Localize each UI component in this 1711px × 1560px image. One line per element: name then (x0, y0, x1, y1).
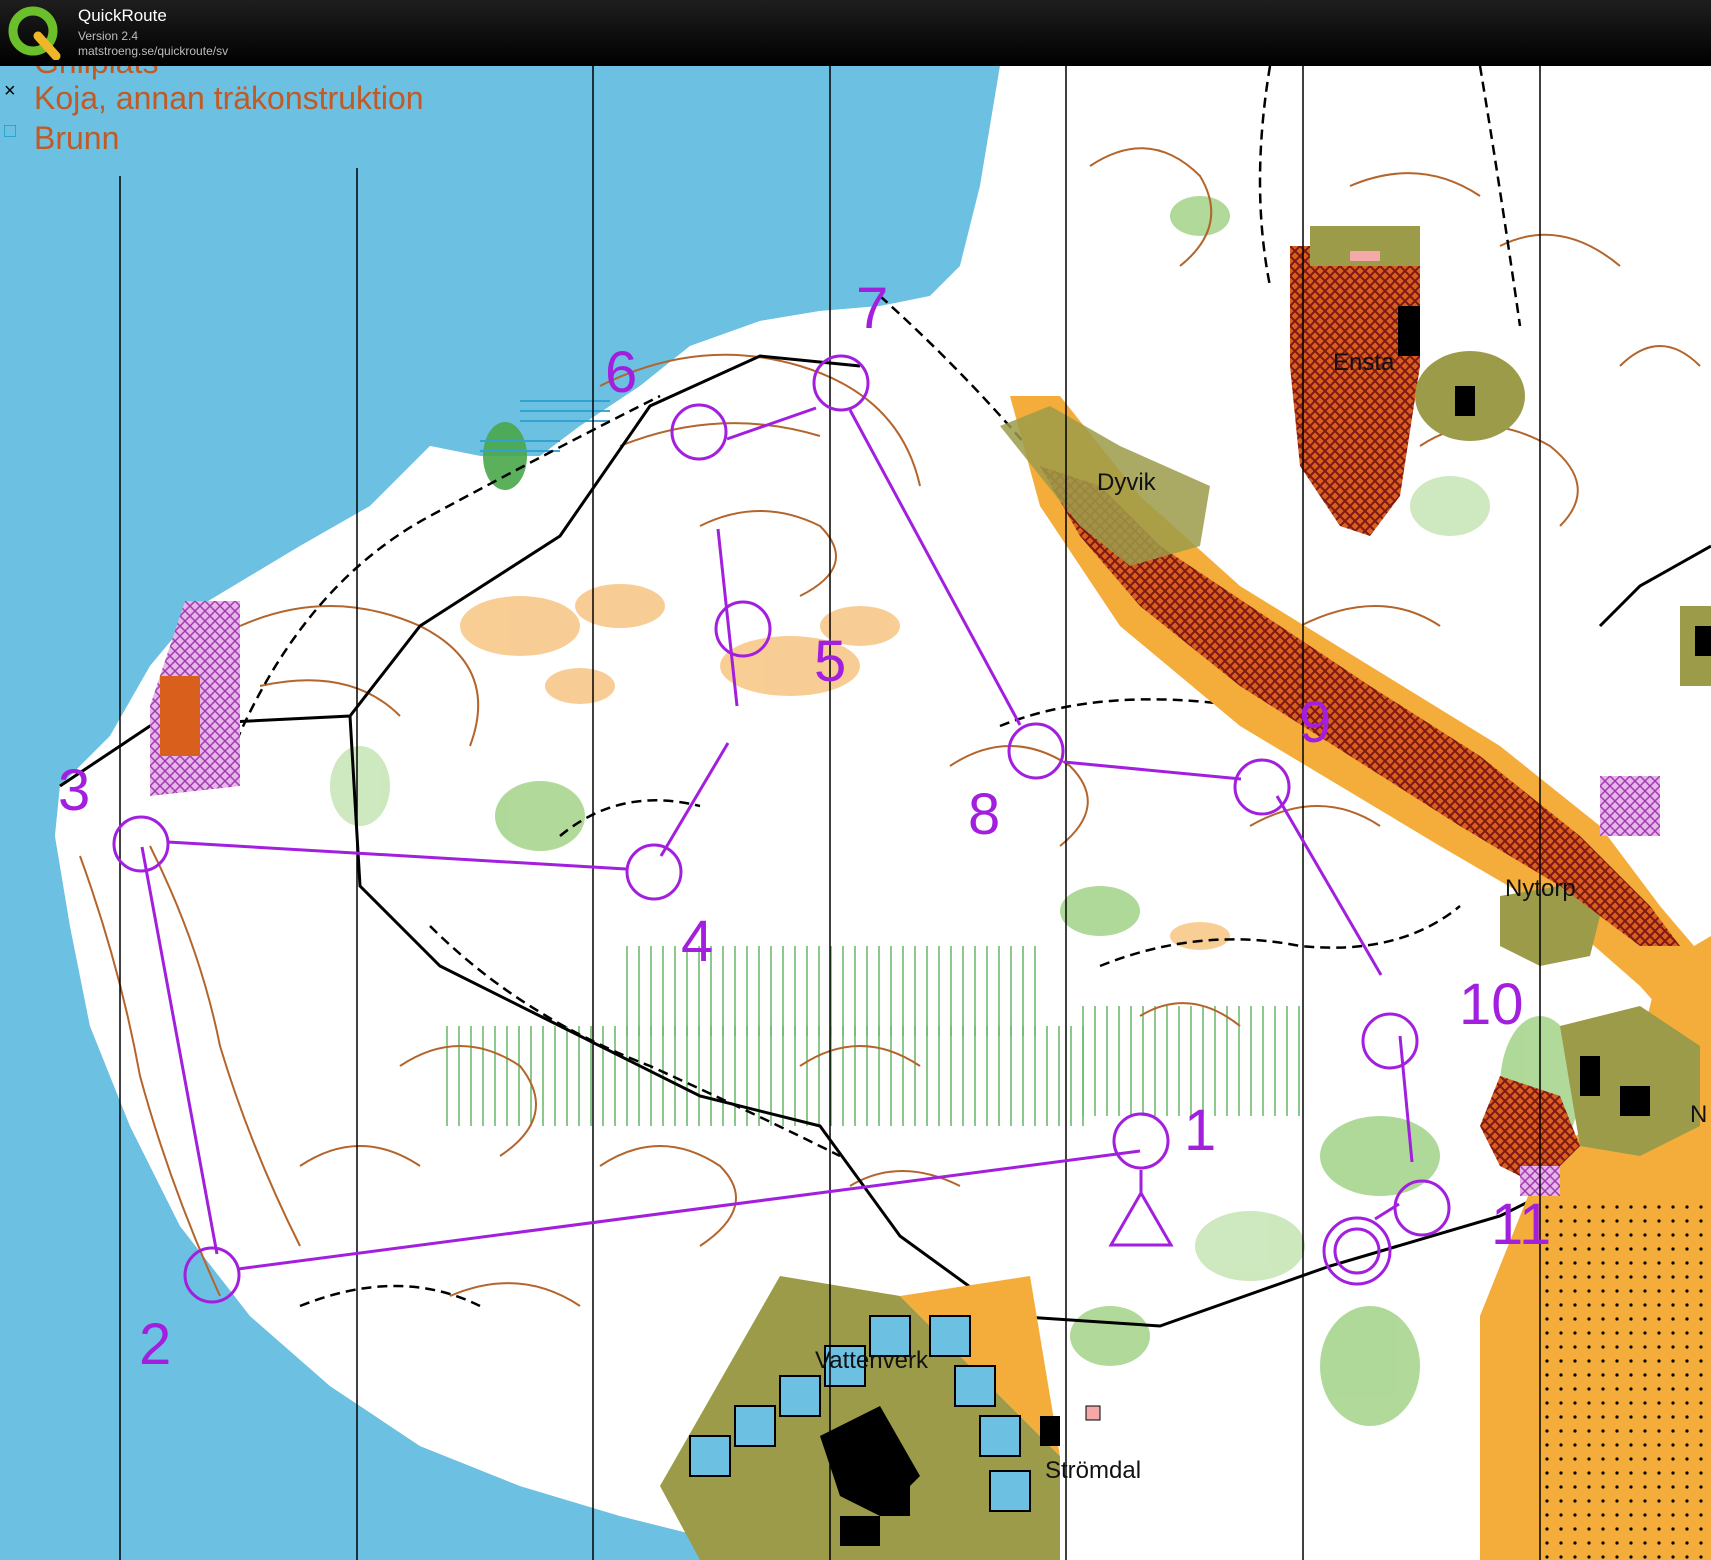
app-url: matstroeng.se/quickroute/sv (78, 44, 229, 58)
legend-item-brunn: □ Brunn (4, 120, 120, 157)
title-bar: QuickRoute Version 2.4 matstroeng.se/qui… (0, 0, 1711, 66)
place-n: N (1690, 1101, 1707, 1128)
place-dyvik: Dyvik (1097, 469, 1157, 496)
place-stromdal: Strömdal (1045, 1457, 1141, 1484)
legend-item-grillplats: · Grillplats (34, 66, 158, 81)
legend-item-koja: × Koja, annan träkonstruktion (4, 80, 424, 117)
brunn-symbol-icon: □ (4, 120, 17, 142)
control-number-7: 7 (856, 276, 888, 341)
koja-symbol-icon: × (4, 80, 16, 102)
orienteering-map[interactable]: Ensta Dyvik Nytorp Vattenverk Strömdal N (0, 66, 1711, 1560)
control-number-10: 10 (1459, 972, 1524, 1037)
control-number-1: 1 (1184, 1098, 1216, 1163)
map-canvas: Ensta Dyvik Nytorp Vattenverk Strömdal N (0, 66, 1711, 1560)
place-nytorp: Nytorp (1505, 875, 1576, 902)
control-number-8: 8 (968, 782, 1000, 847)
legend-label: Grillplats (34, 66, 158, 80)
control-number-9: 9 (1299, 690, 1331, 755)
control-number-2: 2 (139, 1312, 171, 1377)
legend-label: Brunn (34, 120, 120, 156)
legend-label: Koja, annan träkonstruktion (34, 80, 424, 116)
control-number-6: 6 (605, 340, 637, 405)
app-name: QuickRoute (78, 6, 167, 25)
app-version: Version 2.4 (78, 29, 139, 43)
control-number-5: 5 (814, 629, 846, 694)
quickroute-logo-icon (8, 6, 61, 60)
control-number-3: 3 (58, 758, 90, 823)
grillplats-symbol-icon: · (4, 66, 11, 67)
place-ensta: Ensta (1333, 349, 1395, 376)
place-vattenverk: Vattenverk (815, 1347, 929, 1374)
control-number-11: 11 (1491, 1192, 1551, 1257)
control-number-4: 4 (681, 909, 713, 974)
